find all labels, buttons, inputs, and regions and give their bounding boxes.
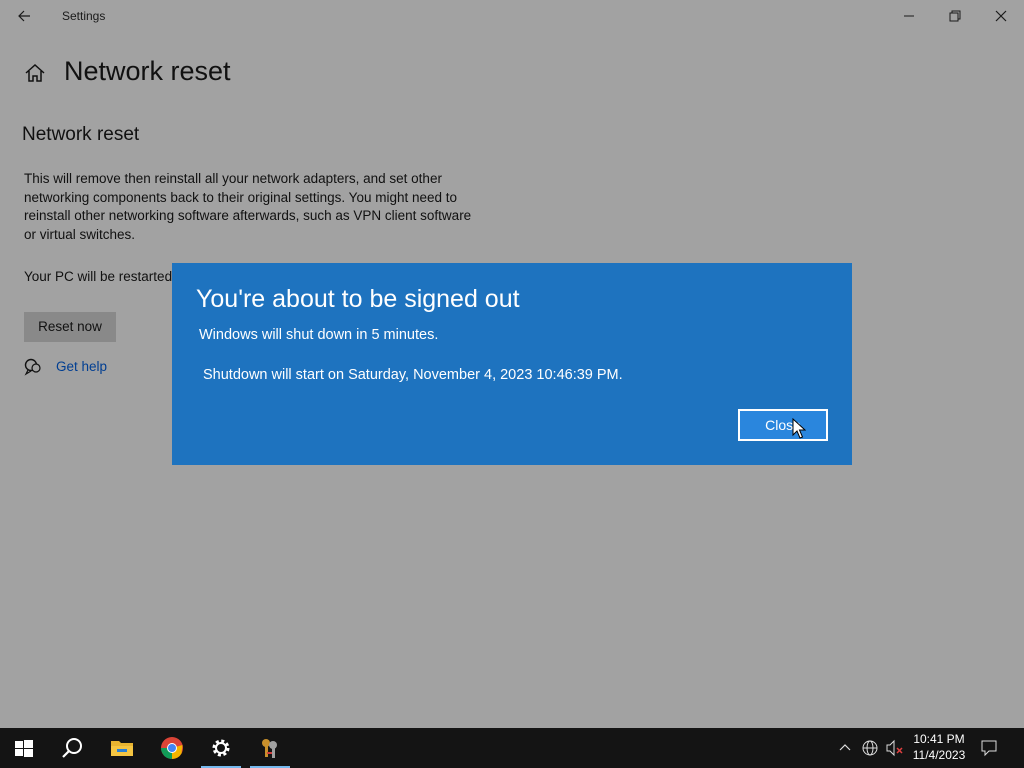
home-icon[interactable]: [24, 62, 46, 84]
title-bar: Settings: [0, 0, 1024, 32]
close-icon[interactable]: [978, 0, 1024, 32]
dialog-title: You're about to be signed out: [196, 285, 520, 313]
window-title: Settings: [62, 9, 106, 23]
chrome-icon[interactable]: [148, 728, 196, 768]
notification-icon[interactable]: [980, 728, 1004, 768]
help-chat-icon[interactable]: [24, 358, 42, 376]
restore-icon[interactable]: [932, 0, 978, 32]
restart-note: Your PC will be restarted.: [24, 269, 176, 284]
search-icon[interactable]: [48, 728, 96, 768]
dialog-message-schedule: Shutdown will start on Saturday, Novembe…: [203, 367, 623, 383]
clock-time: 10:41 PM: [913, 732, 965, 746]
keys-app-icon[interactable]: [246, 728, 294, 768]
volume-muted-icon[interactable]: [885, 728, 905, 768]
mouse-cursor-icon: [792, 417, 807, 440]
chevron-up-icon[interactable]: [838, 728, 856, 768]
windows-logo-icon[interactable]: [0, 728, 48, 768]
reset-now-button[interactable]: Reset now: [24, 312, 116, 342]
clock[interactable]: 10:41 PM 11/4/2023: [904, 731, 974, 763]
clock-date: 11/4/2023: [912, 748, 966, 762]
minimize-icon[interactable]: [886, 0, 932, 32]
dialog-message-shutdown: Windows will shut down in 5 minutes.: [199, 327, 439, 343]
get-help-link[interactable]: Get help: [56, 359, 107, 374]
sign-out-dialog: You're about to be signed out Windows wi…: [172, 263, 852, 465]
globe-network-icon[interactable]: [861, 728, 881, 768]
taskbar: 10:41 PM 11/4/2023: [0, 728, 1024, 768]
dialog-close-button[interactable]: Close: [738, 409, 828, 441]
section-title: Network reset: [22, 124, 140, 145]
gear-icon[interactable]: [197, 728, 245, 768]
back-arrow-icon[interactable]: [10, 4, 38, 28]
folder-icon[interactable]: [98, 728, 146, 768]
page-title: Network reset: [64, 56, 231, 86]
description-text: This will remove then reinstall all your…: [24, 171, 472, 242]
